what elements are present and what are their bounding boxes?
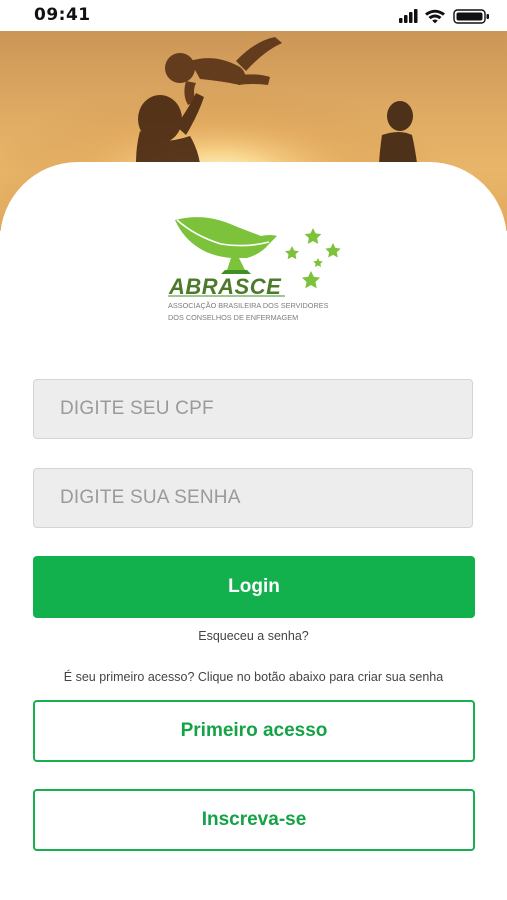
first-access-button[interactable]: Primeiro acesso <box>33 700 475 762</box>
status-bar: 09:41 <box>0 0 507 31</box>
cpf-input[interactable] <box>34 380 472 438</box>
password-input[interactable] <box>34 469 472 527</box>
abrasce-logo: ABRASCE ASSOCIAÇÃO BRASILEIRA DOS SERVID… <box>165 214 345 329</box>
logo-wordmark: ABRASCE <box>169 274 282 299</box>
status-indicators <box>399 9 489 24</box>
logo-subtitle-line1: ASSOCIAÇÃO BRASILEIRA DOS SERVIDORES <box>168 301 329 310</box>
password-field-container <box>33 468 473 528</box>
first-access-hint: É seu primeiro acesso? Clique no botão a… <box>63 670 444 684</box>
lamp-stars-graphic <box>168 217 341 297</box>
login-button[interactable]: Login <box>33 556 475 618</box>
wifi-icon <box>425 9 445 24</box>
forgot-password-link[interactable]: Esqueceu a senha? <box>0 629 507 643</box>
signal-icon <box>399 9 418 23</box>
logo-subtitle-line2: DOS CONSELHOS DE ENFERMAGEM <box>168 313 299 322</box>
battery-icon <box>453 9 489 24</box>
cpf-field-container <box>33 379 473 439</box>
status-icons <box>397 8 493 28</box>
status-time: 09:41 <box>34 5 91 25</box>
signup-button[interactable]: Inscreva-se <box>33 789 475 851</box>
